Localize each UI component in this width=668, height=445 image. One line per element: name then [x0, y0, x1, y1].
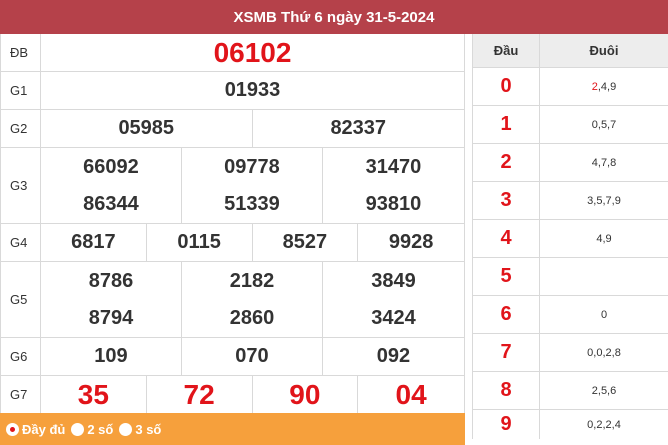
prize-number: 09778	[182, 148, 323, 186]
prize-row-g3: G3 66092 09778 31470 86344 51339 93810	[1, 148, 465, 224]
duoi-rest: ,4,9	[597, 80, 617, 93]
prize-number: 0115	[147, 224, 253, 261]
duoi-digits: 2,4,9	[540, 68, 668, 105]
prize-number: 109	[41, 338, 182, 375]
prize-number: 72	[147, 376, 253, 413]
display-2-digit-option[interactable]: 2 số	[71, 422, 113, 437]
prize-number: 2182	[182, 262, 323, 300]
loto-row: 0 2,4,9	[473, 68, 668, 106]
duoi-digits	[540, 258, 668, 295]
duoi-digits: 0,5,7	[591, 118, 617, 131]
prize-number: 070	[182, 338, 323, 375]
prize-number: 3849	[371, 269, 416, 292]
prize-number: 01933	[224, 79, 281, 101]
radio-icon[interactable]	[119, 422, 133, 436]
prize-number: 04	[395, 378, 427, 410]
dau-digit: 0	[473, 68, 540, 105]
prize-row-g1: G1 01933	[1, 72, 465, 110]
dau-header: Đầu	[473, 34, 540, 67]
prize-number: 8527	[253, 224, 359, 261]
loto-table: Đầu Đuôi 0 2,4,9 1 0,5,7 2 4,7,8 3 3,5,7…	[472, 34, 668, 439]
prize-label: G4	[1, 224, 41, 261]
dau-digit: 8	[473, 372, 540, 409]
loto-row: 9 0,2,2,4	[473, 410, 668, 439]
radio-icon[interactable]	[71, 422, 85, 436]
prize-label: G5	[1, 262, 41, 337]
prize-number: 86344	[41, 186, 182, 223]
loto-row: 8 2,5,6	[473, 372, 668, 410]
prize-number: 35	[41, 376, 147, 413]
loto-row: 5	[473, 258, 668, 296]
duoi-digits: 4,9	[596, 232, 612, 245]
results-title: XSMB Thứ 6 ngày 31-5-2024	[0, 0, 668, 34]
prize-label: G2	[1, 110, 41, 147]
option-label: 2 số	[87, 421, 114, 437]
prize-label: ĐB	[1, 34, 41, 71]
prize-label: G1	[1, 72, 41, 109]
duoi-digits: 0	[600, 308, 608, 321]
prize-number: 9928	[388, 231, 434, 253]
prize-number: 93810	[365, 193, 422, 215]
prize-number: 3424	[371, 307, 416, 329]
duoi-header: Đuôi	[589, 43, 619, 58]
prize-label: G3	[1, 148, 41, 223]
loto-row: 6 0	[473, 296, 668, 334]
prize-number: 66092	[41, 148, 182, 186]
dau-digit: 7	[473, 334, 540, 371]
duoi-digits: 4,7,8	[591, 156, 617, 169]
loto-row: 2 4,7,8	[473, 144, 668, 182]
dau-digit: 1	[473, 106, 540, 143]
prize-row-g6: G6 109 070 092	[1, 338, 465, 376]
option-label: 3 số	[135, 421, 162, 437]
prize-number: 31470	[365, 155, 422, 178]
loto-row: 1 0,5,7	[473, 106, 668, 144]
dau-digit: 5	[473, 258, 540, 295]
prize-label: G7	[1, 376, 41, 413]
prize-row-g4: G4 6817 0115 8527 9928	[1, 224, 465, 262]
prize-number: 51339	[182, 186, 323, 223]
prize-number: 2860	[182, 300, 323, 337]
prize-number: 05985	[41, 110, 253, 147]
loto-header: Đầu Đuôi	[473, 34, 668, 68]
display-full-option[interactable]: Đầy đủ	[6, 422, 65, 437]
dau-digit: 2	[473, 144, 540, 181]
loto-row: 4 4,9	[473, 220, 668, 258]
prize-number: 092	[376, 345, 411, 367]
prize-label: G6	[1, 338, 41, 375]
prize-row-g2: G2 05985 82337	[1, 110, 465, 148]
duoi-digits: 0,2,2,4	[587, 418, 621, 431]
prize-number: 82337	[330, 117, 387, 139]
prize-row-g5: G5 8786 2182 3849 8794 2860 3424	[1, 262, 465, 338]
display-3-digit-option[interactable]: 3 số	[119, 422, 161, 437]
prize-row-g7: G7 35 72 90 04	[1, 376, 465, 413]
duoi-digits: 3,5,7,9	[587, 194, 621, 207]
prize-number: 6817	[41, 224, 147, 261]
loto-row: 3 3,5,7,9	[473, 182, 668, 220]
duoi-digits: 2,5,6	[591, 384, 617, 397]
dau-digit: 3	[473, 182, 540, 219]
results-table: ĐB 06102 G1 01933 G2 05985 82337 G3 6609…	[0, 34, 465, 413]
option-label: Đầy đủ	[22, 421, 66, 437]
prize-number: 90	[253, 376, 359, 413]
special-prize-number: 06102	[213, 36, 292, 68]
dau-digit: 6	[473, 296, 540, 333]
radio-selected-icon[interactable]	[6, 422, 19, 436]
loto-row: 7 0,0,2,8	[473, 334, 668, 372]
duoi-digits: 0,0,2,8	[587, 346, 621, 359]
display-mode-bar: Đầy đủ 2 số 3 số	[0, 413, 465, 445]
dau-digit: 4	[473, 220, 540, 257]
prize-row-db: ĐB 06102	[1, 34, 465, 72]
prize-number: 8786	[41, 262, 182, 300]
prize-number: 8794	[41, 300, 182, 337]
dau-digit: 9	[473, 410, 540, 439]
